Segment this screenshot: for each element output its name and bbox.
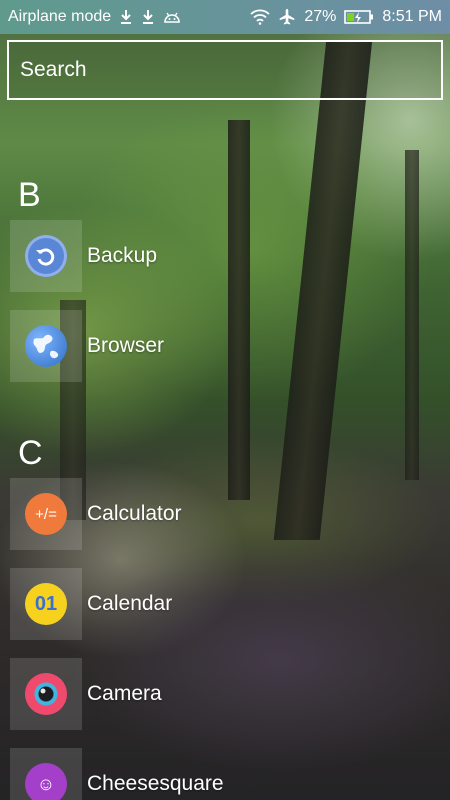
app-label: Camera [87, 682, 162, 705]
section-header-b: B [18, 176, 41, 214]
app-label: Backup [87, 244, 158, 267]
globe-icon [25, 325, 67, 367]
app-item-browser[interactable]: Browser [10, 310, 440, 382]
status-bar: Airplane mode 27% 8:51 PM [0, 0, 450, 34]
app-label: Browser [87, 334, 165, 357]
wifi-icon [250, 9, 270, 25]
cheesesquare-icon: ☺ [25, 763, 67, 800]
app-item-calendar[interactable]: 01 Calendar [10, 568, 440, 640]
airplane-icon [278, 8, 296, 26]
battery-percent: 27% [304, 8, 337, 25]
app-tile[interactable]: +/= [10, 478, 82, 550]
app-tile[interactable] [10, 220, 82, 292]
calculator-glyph: +/= [35, 505, 57, 523]
calendar-glyph: 01 [34, 592, 58, 615]
app-item-calculator[interactable]: +/= Calculator [10, 478, 440, 550]
search-input[interactable] [9, 42, 441, 98]
app-label: Cheesesquare [87, 772, 224, 795]
app-label: Calculator [87, 502, 182, 525]
airplane-mode-label: Airplane mode [8, 8, 112, 25]
download-icon [119, 9, 133, 25]
search-box[interactable] [7, 40, 443, 100]
download-icon [141, 9, 155, 25]
app-item-camera[interactable]: Camera [10, 658, 440, 730]
app-tile[interactable]: 01 [10, 568, 82, 640]
calendar-icon: 01 [25, 583, 67, 625]
clock: 8:51 PM [382, 8, 442, 25]
app-item-cheesesquare[interactable]: ☺ Cheesesquare [10, 748, 440, 800]
app-tile[interactable] [10, 658, 82, 730]
app-tile[interactable] [10, 310, 82, 382]
section-header-c: C [18, 434, 43, 472]
camera-icon [25, 673, 67, 715]
android-icon [163, 10, 181, 24]
calculator-icon: +/= [25, 493, 67, 535]
app-label: Calendar [87, 592, 173, 615]
app-item-backup[interactable]: Backup [10, 220, 440, 292]
backup-icon [25, 235, 67, 277]
cheesesquare-glyph: ☺ [36, 773, 56, 794]
app-tile[interactable]: ☺ [10, 748, 82, 800]
battery-charging-icon [344, 9, 374, 25]
